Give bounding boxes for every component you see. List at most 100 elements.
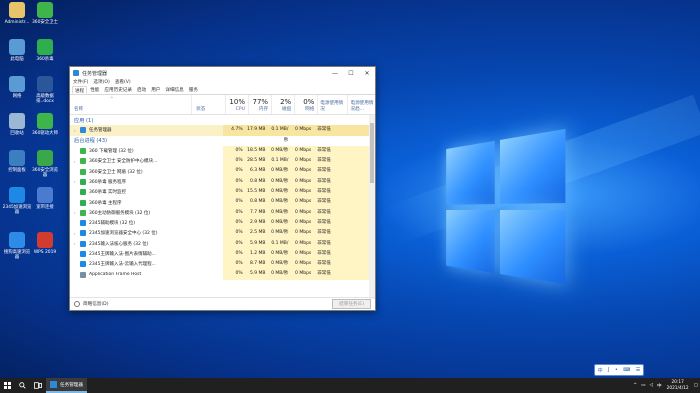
process-name: 2345辅助模块 (32 位) [89,221,136,227]
app-icon [37,113,53,129]
ime-button[interactable]: 中 [598,367,603,374]
process-row[interactable]: 2345王牌输入法-云输入代理程... 0% 8.7 MB 0 MB/秒 0 Mbps 非… [70,259,370,270]
app-icon [9,2,25,18]
process-name: 2345王牌输入法-云输入代理程... [89,262,156,268]
process-icon [80,209,86,216]
desktop-icon[interactable]: 搜狗高速浏览器 [2,232,32,260]
process-row[interactable]: 2345辅助模块 (32 位) 0% 2.9 MB 0 MB/秒 0 Mbps 非常低 [70,217,370,229]
group-header[interactable]: 后台进程 (43) [70,136,370,146]
ime-button[interactable]: ☰ [636,367,640,373]
title-bar[interactable]: 任务管理器 — ☐ ✕ [70,67,375,79]
task-manager-icon [50,381,57,388]
taskbar-app-task-manager[interactable]: 任务管理器 [46,378,87,393]
tab-services[interactable]: 服务 [187,86,200,94]
desktop-icon-label: 360安全卫士 [32,20,58,25]
ime-button[interactable]: ⌨ [623,367,630,373]
column-disk[interactable]: 2% 磁盘 [272,95,296,114]
power-trend-cell [344,248,370,260]
power-cell: 非常低 [314,197,345,208]
close-button[interactable]: ✕ [359,70,375,77]
desktop-icon[interactable]: 360杀毒 [30,39,60,62]
column-power-trend[interactable]: 电源使用情况趋... [348,95,375,114]
power-cell: 非常低 [314,228,345,239]
clock[interactable]: 20:17 2021/4/12 [667,380,689,391]
desktop-icon[interactable]: Administr... [2,2,32,25]
desktop-icon[interactable]: 360安全卫士 [30,2,60,25]
tab-details[interactable]: 详细信息 [163,86,185,94]
desktop-icon[interactable]: 回收站 [2,113,32,136]
column-cpu[interactable]: 10% CPU [226,95,249,114]
process-name: 任务管理器 [89,128,112,134]
process-row[interactable]: 360 下载管理 (32 位) 0% 18.5 MB 0 MB/秒 0 Mbps 非常低 [70,145,370,157]
cpu-cell: 0% [222,259,246,270]
desktop-icon[interactable]: WPS 2019 [30,232,60,255]
process-row[interactable]: ›2345输入法核心服务 (32 位) 0%5.9 MB0.1 MB/秒0 Mbp… [70,238,370,256]
notification-icon[interactable]: ▢ [694,383,698,388]
ime-toolbar[interactable]: 中 J • ⌨ ☰ [594,364,644,376]
process-row[interactable]: 360杀毒 实时监控 0% 15.5 MB 0 MB/秒 0 Mbps 非常低 [70,187,370,198]
process-row[interactable]: › 360主动防御服务模块 (32 位) 0% 7.7 MB 0 MB/秒 0 Mbps 非… [70,207,370,218]
scrollbar-thumb[interactable] [370,123,374,183]
ime-button[interactable]: J [608,367,609,373]
vertical-scrollbar[interactable] [369,115,375,299]
desktop-icon-label: 搜狗高速浏览器 [3,250,31,260]
network-cell: 0 Mbps [291,259,315,270]
process-row[interactable]: › 360杀毒 服务程序 0% 0.8 MB 0 MB/秒 0 Mbps 非常低 [70,176,370,188]
menu-view[interactable]: 查看(V) [115,79,131,86]
maximize-button[interactable]: ☐ [343,70,359,77]
network-icon[interactable]: ▭ [641,383,645,388]
minimize-button[interactable]: — [327,70,343,77]
cpu-cell: 0% [222,207,246,218]
brief-details-link[interactable]: 简略信息(D) [83,301,109,307]
task-view-button[interactable] [30,378,46,393]
column-network[interactable]: 0% 网络 [295,95,319,114]
process-name: 360安全卫士 安全防护中心模块... [89,159,158,165]
process-row[interactable]: 360安全卫士 网盾 (32 位) 0% 6.3 MB 0 MB/秒 0 Mbps 非常低 [70,166,370,177]
process-row[interactable]: 2345王牌输入法-图片表情辅助... 0% 1.2 MB 0 MB/秒 0 Mbps 非… [70,248,370,260]
menu-file[interactable]: 文件(F) [73,79,88,86]
column-power[interactable]: 电源使用情况 [318,95,349,114]
system-tray: ^ ▭ ◁ 中 20:17 2021/4/12 ▢ [631,378,700,393]
search-button[interactable] [14,378,30,393]
desktop-icon[interactable]: 360安全浏览器 [30,150,60,178]
volume-icon[interactable]: ◁ [649,383,653,388]
process-row[interactable]: › 2345加速浏览器安全中心 (32 位) 0% 2.5 MB 0 MB/秒 0 Mbp… [70,228,370,239]
process-row[interactable]: 360杀毒 主程序 0% 0.8 MB 0 MB/秒 0 Mbps 非常低 [70,197,370,208]
power-trend-cell [344,259,370,270]
tab-startup[interactable]: 启动 [135,86,148,94]
process-row[interactable]: › 任务管理器 4.7% 17.9 MB 0.1 MB/秒 0 Mbps 非常低 [70,125,370,143]
ime-button[interactable]: • [615,367,618,373]
process-row[interactable]: Application Frame Host 0% 5.9 MB 0 MB/秒 0 Mb… [70,269,370,280]
power-cell: 非常低 [314,166,345,177]
tab-processes[interactable]: 进程 [72,86,88,94]
group-header[interactable]: 应用 (1) [70,115,370,125]
process-icon [80,261,86,268]
column-status[interactable]: 状态 [192,95,226,114]
tab-app-history[interactable]: 应用历史记录 [102,86,134,94]
desktop-icon[interactable]: 360驱动大师 [30,113,60,136]
process-name: 360主动防御服务模块 (32 位) [89,210,151,216]
desktop-icon-label: 宽带连接 [36,205,54,210]
input-method-indicator[interactable]: 中 [657,383,662,389]
tray-chevron-icon[interactable]: ^ [633,383,637,388]
tab-performance[interactable]: 性能 [88,86,101,94]
process-icon [80,271,86,278]
menu-options[interactable]: 选项(O) [93,79,109,86]
column-memory[interactable]: 77% 内存 [249,95,273,114]
desktop-icon[interactable]: 2345加速浏览器 [2,187,32,215]
process-row[interactable]: ›360安全卫士 安全防护中心模块... 0%28.5 MB0.1 MB/秒0 M… [70,156,370,173]
desktop-icon[interactable]: 高级数据排..docx [30,76,60,104]
collapse-icon[interactable] [74,301,80,307]
desktop-icon[interactable]: 网络 [2,76,32,99]
start-button[interactable] [0,378,14,393]
desktop-icon[interactable]: 此电脑 [2,39,32,62]
column-name[interactable]: ^ 名称 [70,95,193,114]
tab-users[interactable]: 用户 [149,86,162,94]
end-task-button[interactable]: 结束任务(E) [332,299,371,309]
task-manager-window[interactable]: 任务管理器 — ☐ ✕ 文件(F) 选项(O) 查看(V) 进程 性能 应用历史… [69,66,376,311]
desktop-icon[interactable]: 宽带连接 [30,187,60,210]
process-name-cell: 360杀毒 实时监控 [70,189,190,196]
desktop-icon[interactable]: 控制面板 [2,150,32,173]
cpu-cell: 4.7% [222,125,246,136]
process-name: 360杀毒 实时监控 [89,190,127,196]
